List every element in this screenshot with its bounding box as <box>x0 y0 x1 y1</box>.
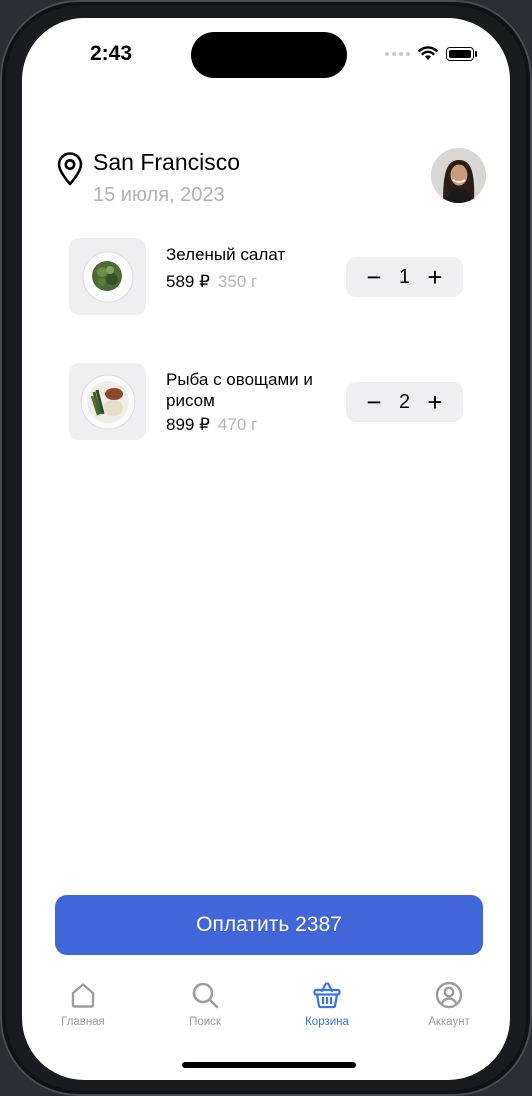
location-pin-icon <box>57 152 83 186</box>
decrement-button[interactable]: − <box>364 382 384 422</box>
tab-search[interactable]: Поиск <box>144 980 266 1040</box>
tab-label: Аккаунт <box>428 1016 470 1028</box>
account-icon <box>435 981 463 1009</box>
list-item: Рыба с овощами и рисом 899 ₽ 470 г − 2 + <box>69 363 464 441</box>
item-price: 589 ₽ <box>166 272 210 291</box>
tab-label: Поиск <box>189 1016 221 1028</box>
status-icons <box>385 46 477 61</box>
tab-bar: Главная Поиск Корзина Аккаунт <box>22 980 510 1040</box>
tab-home[interactable]: Главная <box>22 980 144 1040</box>
signal-icon <box>385 51 410 56</box>
increment-button[interactable]: + <box>425 382 445 422</box>
item-price: 899 ₽ <box>166 415 210 434</box>
tab-label: Корзина <box>305 1016 349 1028</box>
basket-icon <box>313 982 341 1009</box>
quantity-stepper: − 2 + <box>346 382 463 422</box>
home-indicator[interactable] <box>182 1062 356 1068</box>
tab-label: Главная <box>61 1016 105 1028</box>
location-header: San Francisco 15 июля, 2023 <box>56 148 486 212</box>
food-image <box>69 363 146 440</box>
item-name: Рыба с овощами и рисом <box>166 370 313 410</box>
item-weight: 470 г <box>217 415 258 434</box>
price-row: 589 ₽ 350 г <box>166 272 257 292</box>
pay-button[interactable]: Оплатить 2387 <box>55 895 483 955</box>
app-screen: 2:43 San Francisco 15 июля, 2023 Зеленый… <box>22 18 510 1080</box>
battery-icon <box>446 46 477 61</box>
item-name: Зеленый салат <box>166 245 286 264</box>
tab-cart[interactable]: Корзина <box>266 980 388 1040</box>
increment-button[interactable]: + <box>425 257 445 297</box>
search-icon <box>192 982 219 1009</box>
item-weight: 350 г <box>217 272 258 291</box>
list-item: Зеленый салат 589 ₽ 350 г − 1 + <box>69 238 464 316</box>
food-image <box>69 238 146 315</box>
tab-account[interactable]: Аккаунт <box>388 980 510 1040</box>
quantity-stepper: − 1 + <box>346 257 463 297</box>
quantity-value: 1 <box>398 265 411 288</box>
phone-frame: 2:43 San Francisco 15 июля, 2023 Зеленый… <box>0 0 532 1096</box>
quantity-value: 2 <box>398 390 411 413</box>
status-time: 2:43 <box>90 42 133 65</box>
user-avatar[interactable] <box>431 148 486 203</box>
home-icon <box>71 983 95 1008</box>
price-row: 899 ₽ 470 г <box>166 415 257 435</box>
decrement-button[interactable]: − <box>364 257 384 297</box>
city-name[interactable]: San Francisco <box>93 149 240 176</box>
current-date: 15 июля, 2023 <box>93 184 225 206</box>
wifi-icon <box>418 46 438 60</box>
dynamic-island <box>191 32 347 78</box>
